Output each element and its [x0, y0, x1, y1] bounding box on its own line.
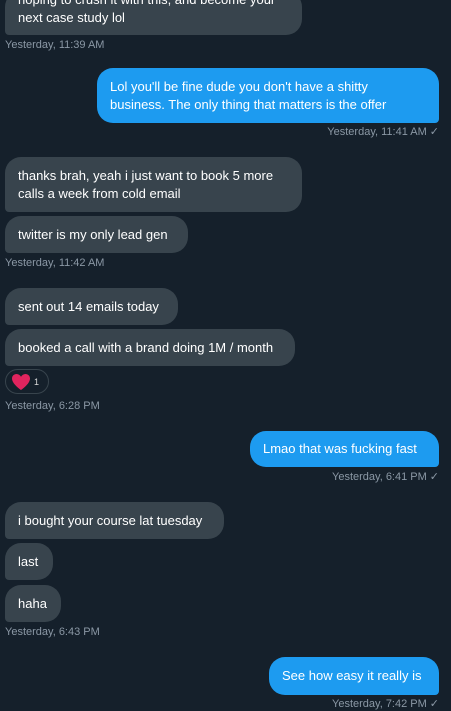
reaction-count: 1 [34, 376, 40, 387]
message-text: Lmao that was fucking fast [263, 441, 417, 456]
message-status: Yesterday, 6:41 PM ✓ [332, 470, 439, 484]
message-text: Lol you'll be fine dude you don't have a… [110, 78, 387, 112]
message-bubble-incoming[interactable]: hoping to crush it with this, and become… [5, 0, 302, 35]
read-check-icon: ✓ [429, 471, 439, 483]
message-text: i bought your course lat tuesday [18, 512, 203, 528]
message-bubble-outgoing[interactable]: See how easy it really is [269, 657, 439, 695]
message-bubble-outgoing[interactable]: Lol you'll be fine dude you don't have a… [97, 68, 439, 123]
message-timestamp: Yesterday, 11:39 AM [5, 39, 105, 51]
message-bubble-incoming[interactable]: thanks brah, yeah i just want to book 5 … [5, 157, 302, 212]
message-text: twitter is my only lead gen [18, 226, 168, 242]
message-timestamp: Yesterday, 6:43 PM [5, 626, 100, 638]
message-text: hoping to crush it with this, and become… [18, 0, 275, 25]
message-text: thanks brah, yeah i just want to book 5 … [18, 167, 274, 201]
conversation-thread: hoping to crush it with this, and become… [0, 0, 451, 711]
message-status: Yesterday, 7:42 PM ✓ [332, 697, 439, 711]
read-check-icon: ✓ [429, 698, 439, 710]
message-bubble-incoming[interactable]: sent out 14 emails today [5, 288, 178, 325]
message-bubble-incoming[interactable]: last [5, 543, 53, 580]
message-timestamp: Yesterday, 6:28 PM [5, 400, 100, 412]
message-text: sent out 14 emails today [18, 298, 159, 314]
message-status: Yesterday, 11:41 AM ✓ [327, 125, 439, 139]
message-bubble-incoming[interactable]: haha [5, 585, 61, 622]
reaction-pill[interactable]: 1 [5, 369, 49, 394]
message-bubble-incoming[interactable]: booked a call with a brand doing 1M / mo… [5, 329, 295, 366]
message-text: haha [18, 595, 47, 611]
message-timestamp: Yesterday, 11:41 AM [327, 126, 427, 138]
message-text: booked a call with a brand doing 1M / mo… [18, 339, 274, 355]
message-bubble-outgoing[interactable]: Lmao that was fucking fast [250, 431, 439, 467]
message-bubble-incoming[interactable]: i bought your course lat tuesday [5, 502, 224, 539]
message-bubble-incoming[interactable]: twitter is my only lead gen [5, 216, 188, 253]
heart-icon [12, 373, 30, 390]
message-text: last [18, 553, 39, 569]
message-timestamp: Yesterday, 7:42 PM [332, 698, 427, 710]
message-text: See how easy it really is [282, 668, 422, 683]
message-timestamp: Yesterday, 6:41 PM [332, 471, 427, 483]
message-timestamp: Yesterday, 11:42 AM [5, 257, 105, 269]
read-check-icon: ✓ [429, 126, 439, 138]
